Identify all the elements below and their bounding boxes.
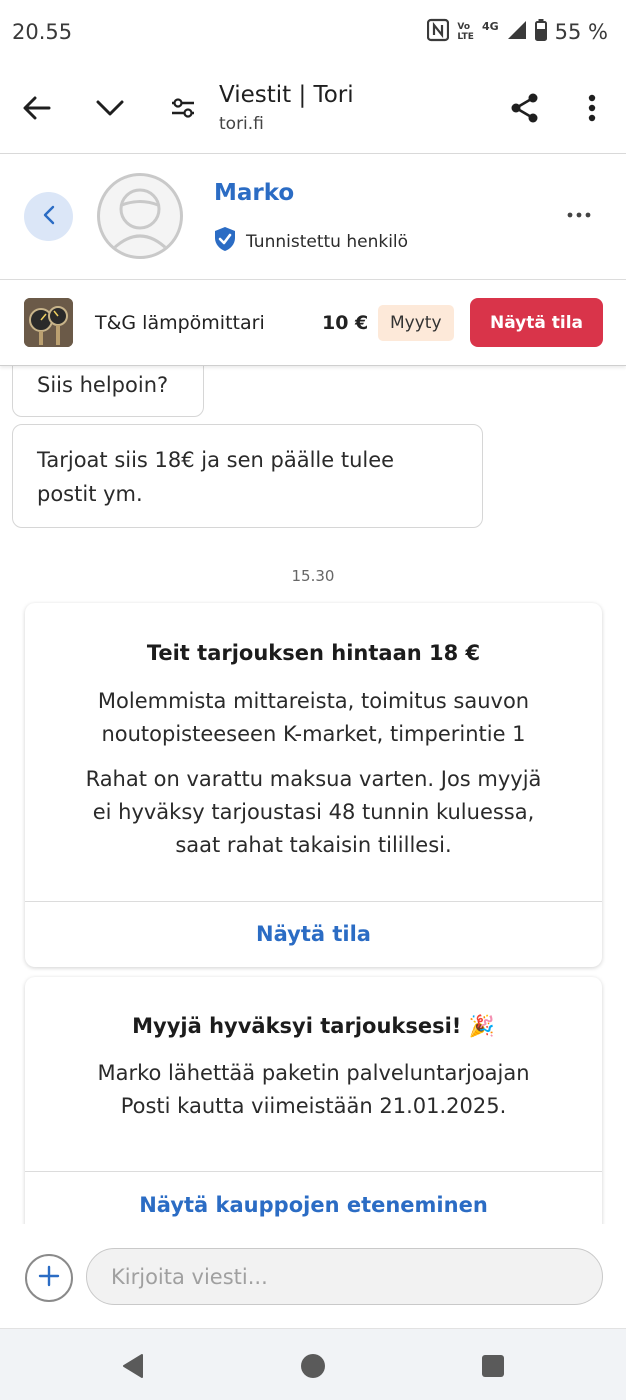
message-text-line: Tarjoat siis 18€ ja sen päälle tulee — [37, 448, 395, 472]
back-button[interactable] — [24, 192, 73, 241]
status-time: 20.55 — [12, 20, 73, 44]
offer-info: Rahat on varattu maksua varten. Jos myyj… — [85, 767, 542, 857]
plus-icon — [38, 1265, 60, 1291]
listing-title[interactable]: T&G lämpömittari — [95, 312, 265, 334]
status-bar: 20.55 Vo LTE 4G 55 % — [0, 0, 626, 66]
page-url: tori.fi — [219, 114, 264, 134]
more-horiz-icon[interactable] — [564, 200, 594, 230]
signal-icon — [507, 20, 527, 44]
message-timestamp: 15.30 — [291, 567, 335, 585]
message-text: Siis helpoin? — [37, 373, 169, 397]
show-status-button[interactable]: Näytä tila — [470, 298, 603, 347]
nav-home-icon[interactable] — [298, 1351, 328, 1381]
volte-icon: Vo LTE — [457, 22, 474, 42]
system-nav-bar — [0, 1328, 626, 1400]
show-progress-link[interactable]: Näytä kauppojen eteneminen — [25, 1193, 602, 1217]
avatar[interactable] — [97, 173, 183, 259]
listing-bar: T&G lämpömittari 10 € Myyty Näytä tila — [0, 280, 626, 366]
card-divider — [25, 1171, 602, 1172]
tune-icon[interactable] — [163, 88, 203, 128]
page-title: Viestit | Tori — [219, 82, 354, 108]
accepted-title: Myyjä hyväksyi tarjouksesi! 🎉 — [132, 1014, 495, 1038]
share-icon[interactable] — [505, 88, 545, 128]
more-vert-icon[interactable] — [572, 88, 612, 128]
message-bubble: Siis helpoin? — [12, 366, 204, 417]
accepted-text: Marko lähettää paketin palveluntarjoajan… — [97, 1061, 530, 1118]
verified-label: Tunnistettu henkilö — [246, 231, 409, 252]
offer-card: Teit tarjouksen hintaan 18 € Molemmista … — [25, 603, 602, 967]
status-icons: Vo LTE 4G 55 % — [427, 18, 608, 46]
page-title-block[interactable]: Viestit | Tori tori.fi — [219, 82, 354, 134]
verified-shield-icon — [214, 226, 236, 257]
card-divider — [25, 901, 602, 902]
battery-percent: 55 % — [554, 20, 608, 44]
chevron-left-icon — [43, 205, 55, 229]
accepted-card: Myyjä hyväksyi tarjouksesi! 🎉 Marko lähe… — [25, 977, 602, 1224]
offer-title: Teit tarjouksen hintaan 18 € — [146, 641, 481, 665]
nfc-icon — [427, 18, 450, 46]
chevron-down-icon[interactable] — [90, 88, 130, 128]
status-badge: Myyty — [378, 305, 454, 341]
battery-icon — [534, 19, 547, 45]
network-type: 4G — [481, 20, 499, 33]
add-attachment-button[interactable] — [25, 1254, 73, 1302]
back-arrow-icon[interactable] — [17, 88, 57, 128]
chat-thread[interactable]: Siis helpoin? Tarjoat siis 18€ ja sen pä… — [0, 366, 626, 1224]
message-bubble: Tarjoat siis 18€ ja sen päälle tulee pos… — [12, 424, 483, 528]
message-text-line: postit ym. — [37, 482, 143, 506]
message-input[interactable]: Kirjoita viesti... — [86, 1248, 603, 1305]
verified-badge: Tunnistettu henkilö — [214, 226, 408, 257]
browser-toolbar: Viestit | Tori tori.fi — [0, 66, 626, 154]
nav-recents-icon[interactable] — [478, 1351, 508, 1381]
nav-back-icon[interactable] — [118, 1351, 148, 1381]
seller-name[interactable]: Marko — [214, 180, 294, 206]
show-status-link[interactable]: Näytä tila — [25, 922, 602, 946]
offer-detail: Molemmista mittareista, toimitus sauvon … — [97, 689, 530, 746]
message-composer: Kirjoita viesti... — [0, 1224, 626, 1328]
listing-price: 10 € — [322, 312, 369, 334]
conversation-header: Marko Tunnistettu henkilö — [0, 154, 626, 280]
listing-thumbnail[interactable] — [24, 298, 73, 347]
